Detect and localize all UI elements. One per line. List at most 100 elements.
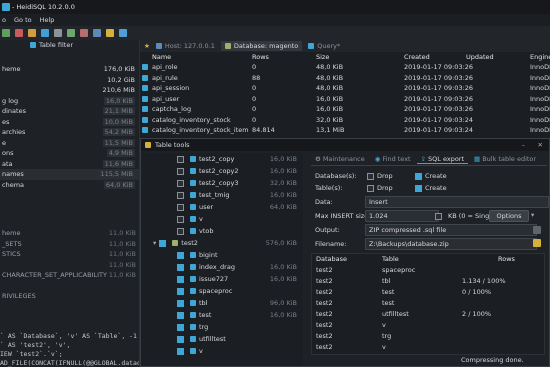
- chevron-down-icon[interactable]: ▾: [531, 211, 534, 219]
- search-icon[interactable]: [93, 29, 101, 37]
- output-select[interactable]: ZIP compressed .sql file: [365, 224, 537, 236]
- tree-checkbox[interactable]: [177, 347, 184, 355]
- drop-tables[interactable]: Drop: [367, 184, 393, 192]
- tree-checkbox[interactable]: [177, 323, 184, 331]
- export-icon[interactable]: [28, 29, 36, 37]
- database-item[interactable]: ata 11,6 MiB: [0, 159, 139, 170]
- tree-node[interactable]: v: [141, 345, 303, 357]
- tree-item[interactable]: heme 11,0 KiB: [0, 228, 139, 239]
- drop-tables-checkbox[interactable]: [367, 184, 374, 192]
- tree-item[interactable]: _SETS 11,0 KiB: [0, 239, 139, 250]
- tab-query[interactable]: Query*: [308, 42, 340, 50]
- database-item[interactable]: archies 54,2 MiB: [0, 127, 139, 138]
- tree-checkbox[interactable]: [177, 263, 184, 271]
- output-extra-icon[interactable]: [533, 226, 541, 234]
- tree-node[interactable]: test2_copy3 32,0 KiB: [141, 177, 303, 189]
- database-item[interactable]: es 10,0 MiB: [0, 117, 139, 128]
- tree-node[interactable]: tbl 96,0 KiB: [141, 297, 303, 309]
- create-databases[interactable]: Create: [415, 172, 447, 180]
- tree-checkbox[interactable]: [177, 179, 184, 187]
- help-icon[interactable]: [106, 29, 114, 37]
- tree-node[interactable]: v: [141, 213, 303, 225]
- table-row[interactable]: api_rule 88 48,0 KiB 2019-01-17 09:03:26 Inn…: [140, 73, 550, 84]
- tree-node[interactable]: spaceproc: [141, 285, 303, 297]
- tree-node[interactable]: vtob: [141, 225, 303, 237]
- tree-node[interactable]: user 64,0 KiB: [141, 201, 303, 213]
- database-item[interactable]: dinates 21,1 MiB: [0, 106, 139, 117]
- create-tables-checkbox[interactable]: [415, 184, 422, 192]
- tree-node[interactable]: test2_copy 16,0 KiB: [141, 153, 303, 165]
- tree-item[interactable]: CHARACTER_SET_APPLICABILITY 11,0 KiB: [0, 270, 139, 281]
- col-engine-header[interactable]: Engine: [530, 53, 550, 61]
- menu-item-help[interactable]: Help: [40, 16, 55, 24]
- star-icon[interactable]: ★: [144, 42, 150, 50]
- results-col-database[interactable]: Database: [316, 255, 347, 263]
- drop-databases[interactable]: Drop: [367, 172, 393, 180]
- database-item[interactable]: 10,2 GiB: [0, 75, 139, 86]
- rollback-icon[interactable]: [80, 29, 88, 37]
- col-name-header[interactable]: Name: [152, 53, 171, 61]
- tab-find-text[interactable]: ◉ Find text: [371, 155, 415, 163]
- table-row[interactable]: api_user 0 16,0 KiB 2019-01-17 09:03:26 Inno…: [140, 94, 550, 105]
- tree-node[interactable]: index_drag 16,0 KiB: [141, 261, 303, 273]
- results-col-table[interactable]: Table: [382, 255, 399, 263]
- table-filter[interactable]: Table filter: [0, 40, 139, 50]
- tree-checkbox[interactable]: [177, 335, 184, 343]
- kb-checkbox[interactable]: [435, 212, 442, 220]
- table-row[interactable]: catalog_inventory_stock_item 84.814 13,1 M…: [140, 125, 550, 136]
- tab-bulk-editor[interactable]: ▦ Bulk table editor: [470, 155, 540, 163]
- database-item[interactable]: 210,6 MiB: [0, 85, 139, 96]
- expand-icon[interactable]: ▾: [153, 239, 156, 247]
- max-insert-input[interactable]: 1.024: [365, 210, 439, 222]
- tree-node[interactable]: test 16,0 KiB: [141, 309, 303, 321]
- menu-item-file[interactable]: o: [2, 16, 6, 24]
- tree-item[interactable]: [0, 281, 139, 292]
- tab-sql-export[interactable]: ⇪ SQL export: [416, 155, 469, 164]
- database-item[interactable]: names 115,5 MiB: [0, 169, 139, 180]
- tree-checkbox[interactable]: [177, 227, 184, 235]
- tree-checkbox[interactable]: [177, 167, 184, 175]
- create-databases-checkbox[interactable]: [415, 172, 422, 180]
- tree-item[interactable]: 11,0 KiB: [0, 260, 139, 271]
- create-tables[interactable]: Create: [415, 184, 447, 192]
- minimize-icon[interactable]: –: [522, 141, 525, 149]
- tree-node[interactable]: bigint: [141, 249, 303, 261]
- tree-checkbox[interactable]: [177, 287, 184, 295]
- tree-checkbox[interactable]: [159, 239, 167, 247]
- tree-checkbox[interactable]: [177, 275, 184, 283]
- tree-item[interactable]: RIVILEGES: [0, 291, 139, 302]
- tree-node[interactable]: test_tmig 16,0 KiB: [141, 189, 303, 201]
- tab-maintenance[interactable]: ⚙ Maintenance: [311, 155, 369, 163]
- table-row[interactable]: api_role 0 48,0 KiB 2019-01-17 09:03:26 Inno…: [140, 62, 550, 73]
- col-size-header[interactable]: Size: [316, 53, 329, 61]
- stop-icon[interactable]: [54, 29, 62, 37]
- close-icon[interactable]: ✕: [538, 141, 543, 149]
- tree-checkbox[interactable]: [177, 191, 184, 199]
- menu-item-goto[interactable]: Go to: [14, 16, 32, 24]
- results-col-rows[interactable]: Rows: [498, 255, 515, 263]
- col-rows-header[interactable]: Rows: [252, 53, 269, 61]
- table-row[interactable]: api_session 0 48,0 KiB 2019-01-17 09:03:26 I…: [140, 83, 550, 94]
- tree-checkbox[interactable]: [177, 215, 184, 223]
- filter-icon[interactable]: [119, 29, 127, 37]
- table-row[interactable]: catalog_inventory_stock 0 32,0 KiB 2019-01-…: [140, 115, 550, 126]
- refresh-icon[interactable]: [2, 29, 10, 37]
- tree-node[interactable]: utfilltest: [141, 333, 303, 345]
- tree-node[interactable]: issue727 16,0 KiB: [141, 273, 303, 285]
- database-item[interactable]: ons 4,9 MiB: [0, 148, 139, 159]
- col-updated-header[interactable]: Updated: [466, 53, 494, 61]
- col-created-header[interactable]: Created: [404, 53, 430, 61]
- filename-input[interactable]: Z:\Backups\database.zip: [365, 238, 537, 250]
- database-item[interactable]: heme 176,0 KiB: [0, 64, 139, 75]
- table-row[interactable]: captcha_log 0 16,0 KiB 2019-01-17 09:03:26 I…: [140, 104, 550, 115]
- tree-checkbox[interactable]: [177, 155, 184, 163]
- tree-checkbox[interactable]: [177, 251, 184, 259]
- tab-host[interactable]: Host: 127.0.0.1: [155, 42, 215, 50]
- data-select[interactable]: Insert: [365, 196, 549, 208]
- drop-databases-checkbox[interactable]: [367, 172, 374, 180]
- tree-node[interactable]: ▾ test2 576,0 KiB: [141, 237, 303, 249]
- run-icon[interactable]: [41, 29, 49, 37]
- tree-item[interactable]: STICS 11,0 KiB: [0, 249, 139, 260]
- folder-icon[interactable]: [533, 239, 541, 247]
- tree-checkbox[interactable]: [177, 299, 184, 307]
